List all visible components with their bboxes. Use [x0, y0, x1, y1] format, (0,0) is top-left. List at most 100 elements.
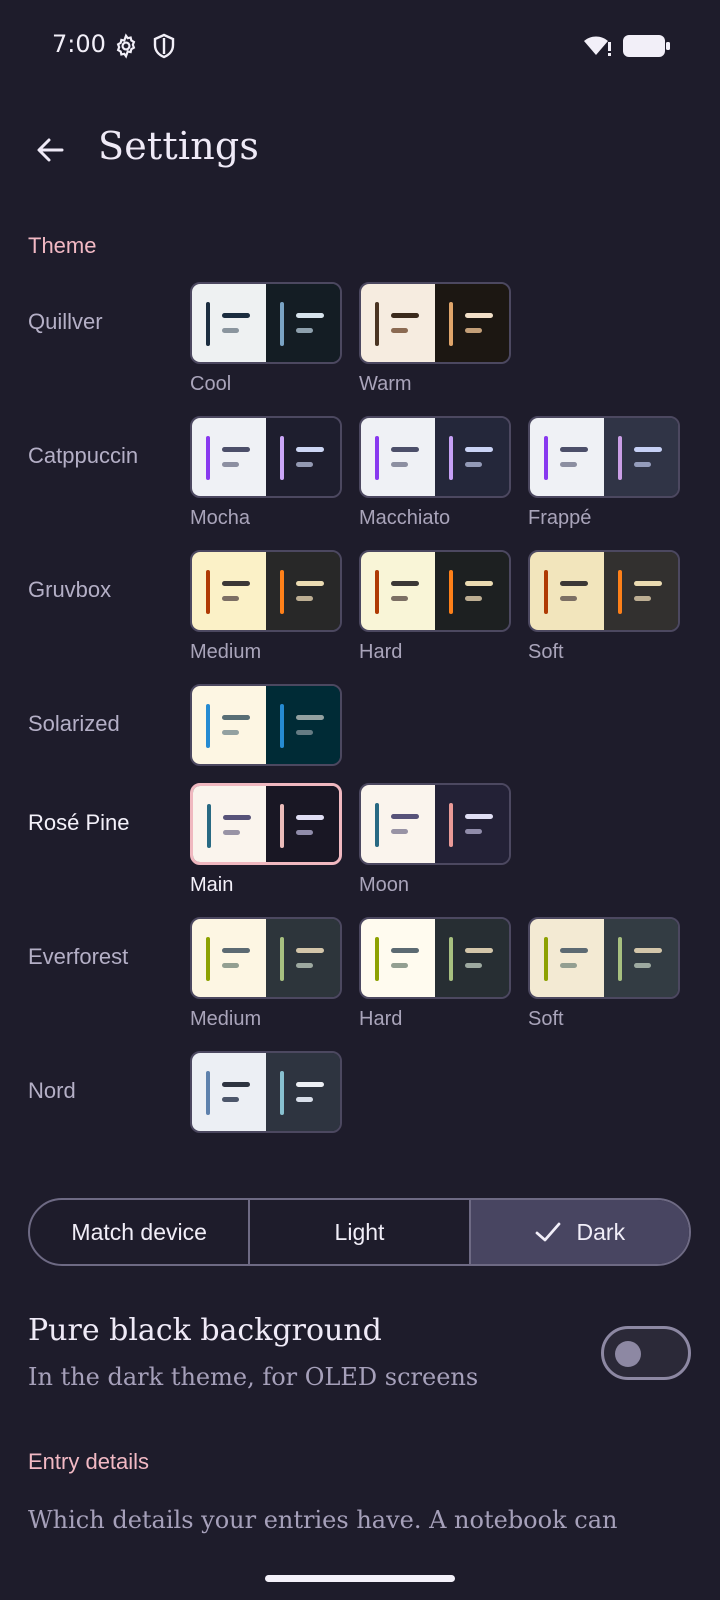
- swatch-dark-half: [266, 284, 340, 362]
- swatch-accent-bar: [375, 937, 379, 981]
- mode-dark-button[interactable]: Dark: [470, 1200, 689, 1264]
- theme-variant-label: Cool: [190, 373, 232, 395]
- swatch-text-line: [634, 447, 662, 452]
- swatch-dark-half: [604, 552, 678, 630]
- theme-swatch-button[interactable]: [359, 550, 511, 632]
- swatch-text-line: [391, 313, 419, 318]
- swatch-dark-half: [604, 919, 678, 997]
- theme-swatch-button[interactable]: [359, 416, 511, 498]
- swatch-accent-bar: [449, 436, 453, 480]
- swatch-dark-half: [435, 785, 509, 863]
- swatch-text-line: [391, 948, 419, 953]
- swatch-light-half: [361, 418, 435, 496]
- swatch-text-line: [560, 596, 577, 601]
- pure-black-title: Pure black background: [28, 1313, 382, 1348]
- swatch-dark-half: [435, 418, 509, 496]
- swatch-accent-bar: [206, 937, 210, 981]
- swatch-accent-bar: [207, 804, 211, 848]
- swatch-text-line: [222, 581, 250, 586]
- swatch-text-line: [560, 948, 588, 953]
- mode-option-label: Dark: [576, 1218, 626, 1245]
- swatch-text-line: [391, 581, 419, 586]
- gear-icon: [116, 33, 136, 59]
- swatch-text-line: [391, 447, 419, 452]
- theme-swatch-button[interactable]: [359, 783, 511, 865]
- swatch-light-half: [192, 552, 266, 630]
- swatch-light-half: [192, 919, 266, 997]
- mode-match-device-button[interactable]: Match device: [30, 1200, 251, 1264]
- theme-swatch-button[interactable]: [528, 917, 680, 999]
- swatch-text-line: [296, 815, 324, 820]
- theme-swatch-button[interactable]: [359, 282, 511, 364]
- swatch-light-half: [530, 919, 604, 997]
- theme-family-name: Gruvbox: [28, 577, 112, 602]
- mode-option-label: Light: [334, 1218, 385, 1245]
- swatch-accent-bar: [449, 570, 453, 614]
- swatch-text-line: [634, 462, 651, 467]
- swatch-text-line: [465, 963, 482, 968]
- theme-variant-label: Macchiato: [359, 507, 451, 529]
- theme-swatch-button[interactable]: [528, 416, 680, 498]
- swatch-dark-half: [604, 418, 678, 496]
- swatch-light-half: [530, 552, 604, 630]
- theme-swatch-button[interactable]: [528, 550, 680, 632]
- swatch-text-line: [296, 1097, 313, 1102]
- swatch-dark-half: [266, 686, 340, 764]
- app-bar: Settings: [0, 100, 720, 196]
- swatch-dark-half: [266, 552, 340, 630]
- swatch-dark-half: [435, 552, 509, 630]
- swatch-text-line: [222, 1082, 250, 1087]
- swatch-text-line: [296, 963, 313, 968]
- theme-swatch-button[interactable]: [190, 416, 342, 498]
- swatch-text-line: [222, 328, 239, 333]
- swatch-text-line: [465, 313, 493, 318]
- swatch-accent-bar: [449, 803, 453, 847]
- swatch-text-line: [296, 715, 324, 720]
- theme-family-name: Rosé Pine: [28, 810, 130, 835]
- swatch-text-line: [222, 1097, 239, 1102]
- theme-swatch-button[interactable]: [190, 684, 342, 766]
- swatch-text-line: [634, 596, 651, 601]
- entry-details-label: Entry details: [28, 1449, 150, 1474]
- swatch-text-line: [465, 328, 482, 333]
- swatch-dark-half: [266, 919, 340, 997]
- theme-swatch-button[interactable]: [190, 917, 342, 999]
- swatch-accent-bar: [449, 302, 453, 346]
- swatch-text-line: [222, 462, 239, 467]
- swatch-accent-bar: [375, 803, 379, 847]
- theme-swatch-button[interactable]: [190, 550, 342, 632]
- mode-selector: Match device Light Dark: [28, 1198, 691, 1266]
- theme-swatch-button[interactable]: [190, 282, 342, 364]
- theme-swatch-button[interactable]: [190, 1051, 342, 1133]
- theme-swatch-button[interactable]: [190, 783, 342, 865]
- swatch-light-half: [530, 418, 604, 496]
- swatch-dark-half: [435, 284, 509, 362]
- pure-black-toggle[interactable]: [601, 1326, 691, 1380]
- swatch-accent-bar: [206, 1071, 210, 1115]
- swatch-text-line: [296, 328, 313, 333]
- swatch-accent-bar: [449, 937, 453, 981]
- theme-swatch-button[interactable]: [359, 917, 511, 999]
- swatch-light-half: [192, 686, 266, 764]
- gesture-handle[interactable]: [265, 1575, 455, 1582]
- theme-section-label: Theme: [28, 233, 97, 258]
- back-button[interactable]: [22, 122, 78, 178]
- swatch-accent-bar: [280, 302, 284, 346]
- swatch-text-line: [222, 948, 250, 953]
- swatch-light-half: [192, 418, 266, 496]
- theme-variant-label: Warm: [359, 373, 412, 395]
- status-time: 7:00: [52, 30, 106, 58]
- swatch-text-line: [223, 830, 240, 835]
- swatch-accent-bar: [544, 937, 548, 981]
- swatch-text-line: [634, 948, 662, 953]
- swatch-accent-bar: [280, 436, 284, 480]
- theme-family-name: Catppuccin: [28, 443, 139, 468]
- mode-light-button[interactable]: Light: [250, 1200, 471, 1264]
- theme-variant-label: Hard: [359, 1008, 403, 1030]
- swatch-text-line: [222, 596, 239, 601]
- swatch-text-line: [222, 313, 250, 318]
- swatch-accent-bar: [618, 937, 622, 981]
- swatch-accent-bar: [375, 436, 379, 480]
- swatch-light-half: [361, 785, 435, 863]
- swatch-text-line: [465, 596, 482, 601]
